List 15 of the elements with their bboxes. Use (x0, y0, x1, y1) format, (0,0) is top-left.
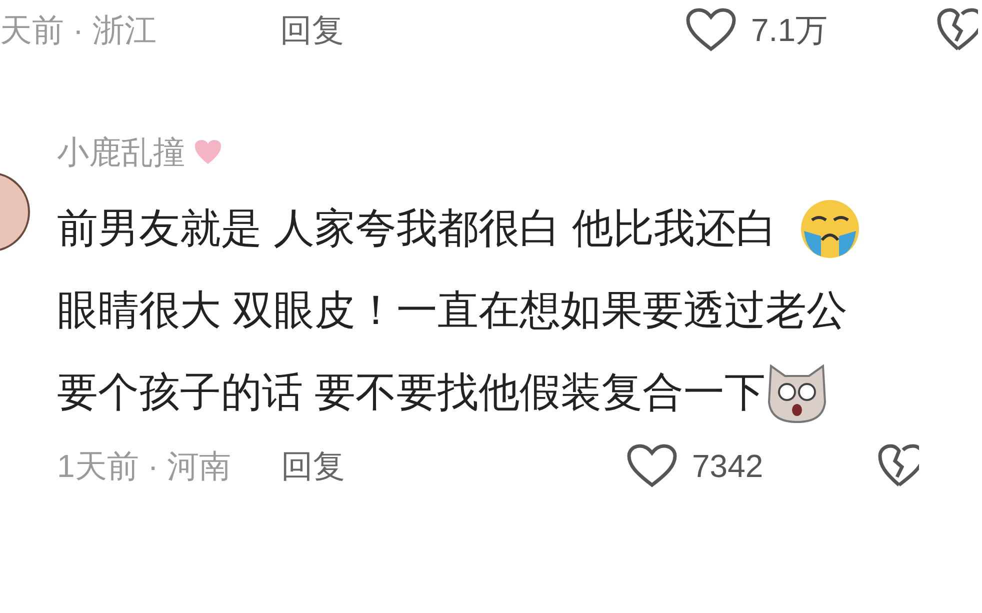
broken-heart-icon[interactable] (936, 7, 978, 53)
reply-link[interactable]: 回复 (281, 442, 626, 490)
like-count: 7342 (692, 447, 764, 486)
comment-meta: 1天前 · 河南 (56, 447, 232, 486)
comment-text: 要个孩子的话 要不要找他假装复合一下 (57, 368, 766, 418)
heart-icon[interactable] (626, 443, 678, 489)
comment-text: 前男友就是 人家夸我都很白 他比我还白 (57, 204, 777, 254)
like-count: 7.1万 (751, 11, 828, 50)
heart-icon (193, 138, 223, 166)
reply-link[interactable]: 回复 (280, 6, 685, 54)
comment-text: 眼睛很大 双眼皮！一直在想如果要透过老公 (57, 286, 848, 336)
heart-icon[interactable] (685, 7, 737, 53)
comment-meta: 天前 · 浙江 (0, 11, 158, 50)
broken-heart-icon[interactable] (877, 443, 919, 489)
crying-face-icon (798, 198, 861, 260)
